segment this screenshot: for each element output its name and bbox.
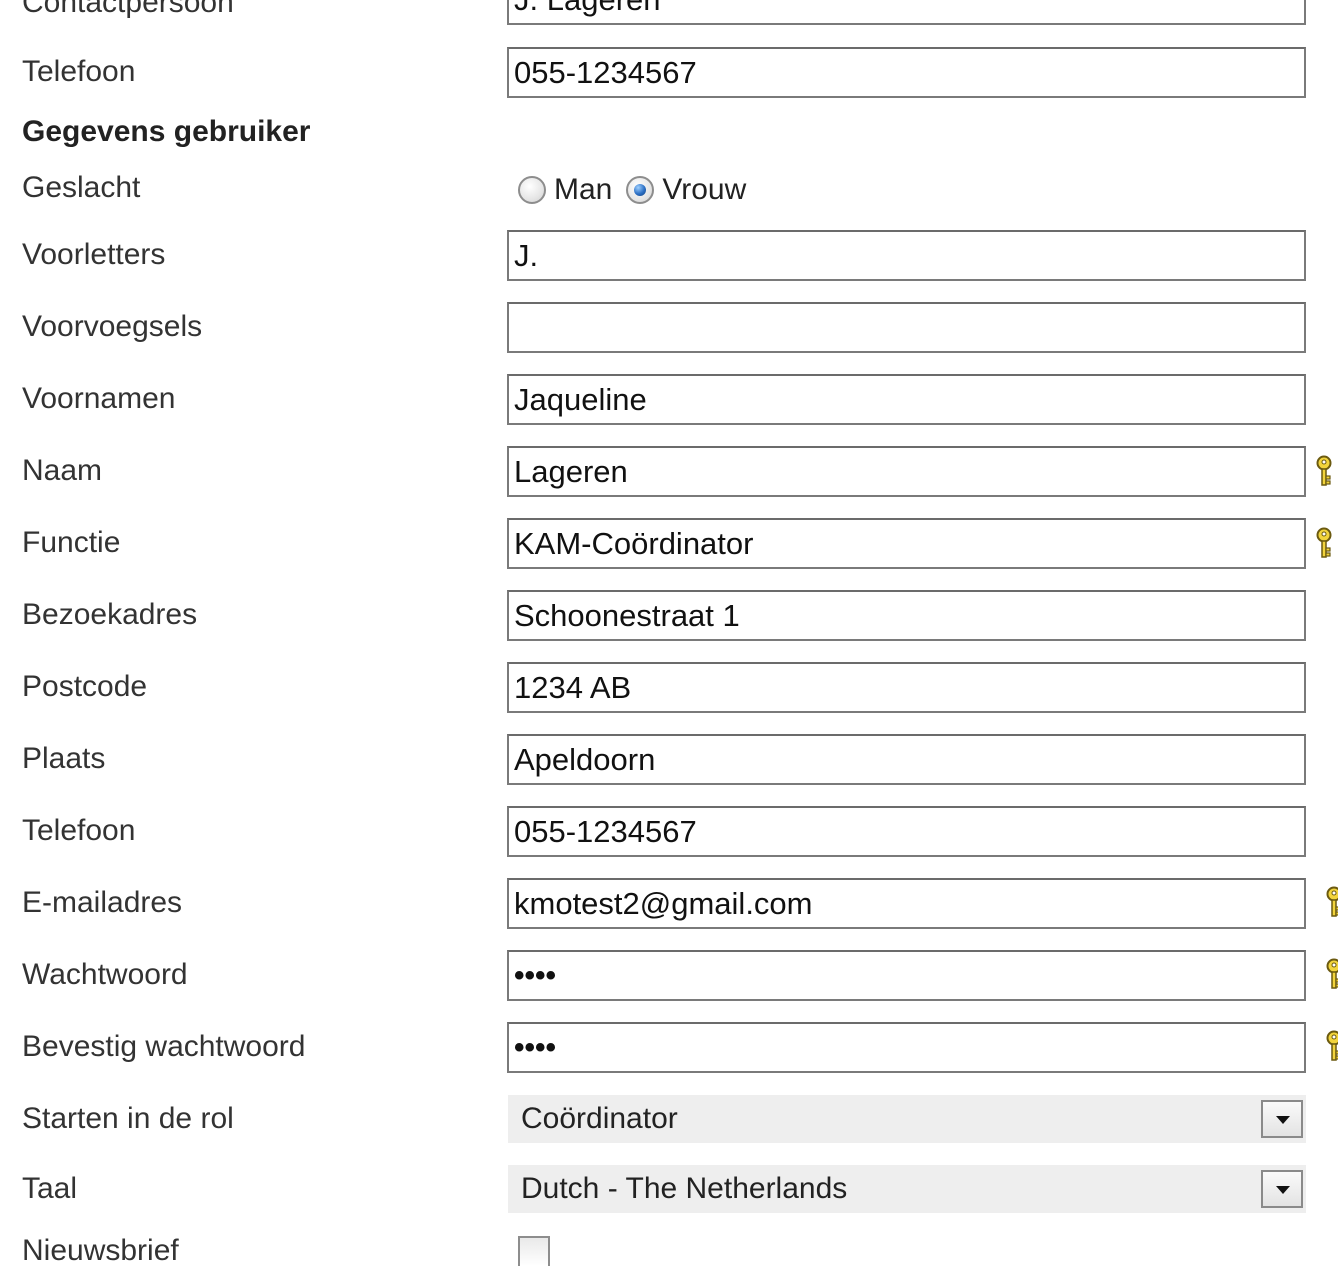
postcode-label: Postcode bbox=[22, 670, 148, 703]
gender-radio-vrouw[interactable] bbox=[626, 176, 655, 204]
gender-label-vrouw: Vrouw bbox=[662, 173, 747, 206]
bezoekadres-label: Bezoekadres bbox=[22, 598, 198, 631]
voornamen-label: Voornamen bbox=[22, 382, 176, 415]
voorvoegsels-field[interactable] bbox=[507, 302, 1306, 353]
rol-select[interactable]: Coördinator bbox=[508, 1095, 1306, 1143]
voorvoegsels-label: Voorvoegsels bbox=[22, 310, 203, 343]
taal-label: Taal bbox=[22, 1172, 78, 1205]
naam-label: Naam bbox=[22, 454, 103, 487]
contactpersoon-label: Contactpersoon bbox=[22, 0, 234, 19]
confirm-password-label: Bevestig wachtwoord bbox=[22, 1030, 306, 1063]
telefoon-user-label: Telefoon bbox=[22, 814, 136, 847]
contactpersoon-field[interactable]: J. Lageren bbox=[507, 0, 1306, 25]
telefoon-user-field[interactable]: 055-1234567 bbox=[507, 806, 1306, 857]
gender-label-man: Man bbox=[554, 173, 613, 206]
plaats-label: Plaats bbox=[22, 742, 106, 775]
bezoekadres-field[interactable]: Schoonestraat 1 bbox=[507, 590, 1306, 641]
voorletters-label: Voorletters bbox=[22, 238, 166, 271]
gender-radio-group: Man Vrouw bbox=[518, 170, 760, 210]
key-icon bbox=[1326, 1030, 1338, 1061]
functie-field[interactable]: KAM-Coördinator bbox=[507, 518, 1306, 569]
key-icon bbox=[1326, 958, 1338, 989]
password-field[interactable]: •••• bbox=[507, 950, 1306, 1001]
telefoon-org-field[interactable]: 055-1234567 bbox=[507, 47, 1306, 98]
chevron-down-icon[interactable] bbox=[1261, 1100, 1303, 1138]
key-icon bbox=[1316, 455, 1332, 486]
key-icon bbox=[1326, 886, 1338, 917]
functie-label: Functie bbox=[22, 526, 121, 559]
key-icon bbox=[1316, 527, 1332, 558]
section-heading-gegevens-gebruiker: Gegevens gebruiker bbox=[22, 115, 311, 148]
email-label: E-mailadres bbox=[22, 886, 183, 919]
nieuwsbrief-checkbox[interactable] bbox=[518, 1236, 550, 1266]
gender-radio-man[interactable] bbox=[518, 176, 546, 204]
user-registration-form: Contactpersoon J. Lageren Telefoon 055-1… bbox=[0, 0, 1338, 1266]
voorletters-field[interactable]: J. bbox=[507, 230, 1306, 281]
telefoon-org-label: Telefoon bbox=[22, 55, 136, 88]
wachtwoord-label: Wachtwoord bbox=[22, 958, 188, 991]
taal-select[interactable]: Dutch - The Netherlands bbox=[508, 1165, 1306, 1213]
postcode-field[interactable]: 1234 AB bbox=[507, 662, 1306, 713]
geslacht-label: Geslacht bbox=[22, 171, 141, 204]
confirm-password-field[interactable]: •••• bbox=[507, 1022, 1306, 1073]
taal-select-value: Dutch - The Netherlands bbox=[521, 1172, 848, 1205]
plaats-field[interactable]: Apeldoorn bbox=[507, 734, 1306, 785]
chevron-down-icon[interactable] bbox=[1261, 1170, 1303, 1208]
rol-label: Starten in de rol bbox=[22, 1102, 234, 1135]
email-field[interactable]: kmotest2@gmail.com bbox=[507, 878, 1306, 929]
voornamen-field[interactable]: Jaqueline bbox=[507, 374, 1306, 425]
rol-select-value: Coördinator bbox=[521, 1102, 678, 1135]
nieuwsbrief-label: Nieuwsbrief bbox=[22, 1234, 179, 1266]
naam-field[interactable]: Lageren bbox=[507, 446, 1306, 497]
